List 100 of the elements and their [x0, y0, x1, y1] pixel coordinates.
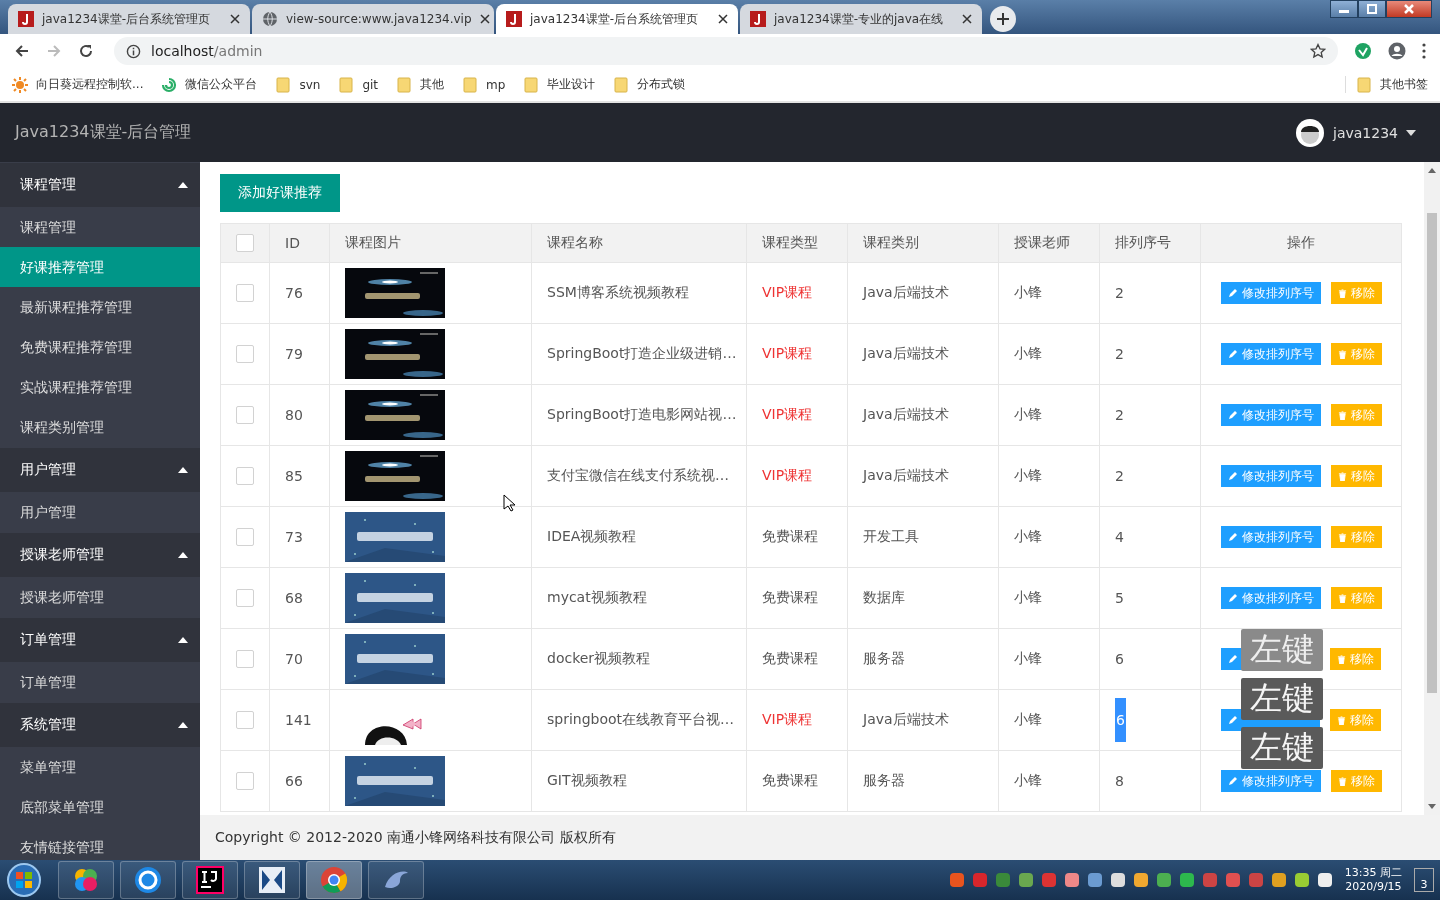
close-icon[interactable] [230, 14, 240, 24]
table-cell: 免费课程 [746, 567, 848, 629]
tray-icon[interactable] [1293, 872, 1310, 888]
pencil-icon [1227, 532, 1238, 542]
java-favicon-icon [18, 11, 34, 27]
table-cell: VIP课程 [746, 445, 848, 507]
sidebar-item[interactable]: 底部菜单管理 [0, 787, 200, 827]
row-checkbox[interactable] [236, 650, 254, 668]
sidebar-item[interactable]: 免费课程推荐管理 [0, 327, 200, 367]
tray-icon[interactable] [1155, 872, 1172, 888]
tray-icon[interactable] [1086, 872, 1103, 888]
caret-icon [178, 637, 188, 643]
address-bar[interactable]: localhost/admin [114, 37, 1338, 65]
row-checkbox[interactable] [236, 711, 254, 729]
taskbar-app[interactable] [244, 861, 300, 899]
tray-icon[interactable] [1316, 872, 1333, 888]
bookmark[interactable]: 其他 [396, 76, 445, 93]
sidebar-group[interactable]: 用户管理 [0, 448, 200, 492]
row-checkbox[interactable] [236, 406, 254, 424]
sidebar-group[interactable]: 课程管理 [0, 163, 200, 207]
start-button[interactable] [6, 862, 42, 898]
trash-icon [1337, 410, 1347, 420]
table-cell: 免费课程 [746, 628, 848, 690]
scrollbar[interactable] [1424, 162, 1440, 815]
close-icon[interactable] [718, 14, 728, 24]
profile-icon[interactable] [1388, 42, 1406, 60]
trash-icon [1337, 654, 1346, 664]
close-icon[interactable] [962, 14, 972, 24]
table-cell: 6 [1115, 698, 1126, 742]
tray-icon[interactable] [1132, 872, 1149, 888]
row-checkbox[interactable] [236, 345, 254, 363]
sidebar-item[interactable]: 菜单管理 [0, 747, 200, 787]
row-checkbox[interactable] [236, 528, 254, 546]
tray-icon[interactable] [1017, 872, 1034, 888]
bookmark[interactable]: svn [275, 76, 321, 93]
column-header: 课程类别 [847, 223, 999, 263]
reload-icon[interactable] [78, 43, 94, 59]
info-icon[interactable] [126, 43, 141, 59]
sidebar-item[interactable]: 订单管理 [0, 662, 200, 702]
star-icon[interactable] [1310, 43, 1326, 59]
new-tab-button[interactable] [990, 6, 1016, 32]
bookmark[interactable]: 分布式锁 [613, 76, 686, 93]
table-cell: VIP课程 [746, 262, 848, 324]
taskbar-app[interactable] [182, 861, 238, 899]
caret-icon [178, 552, 188, 558]
notification-button[interactable]: 3 [1414, 868, 1434, 892]
row-checkbox[interactable] [236, 467, 254, 485]
browser-tab[interactable]: java1234课堂-后台系统管理页 [496, 4, 738, 34]
minimize-button[interactable] [1330, 0, 1358, 18]
close-button[interactable] [1386, 0, 1432, 18]
select-all-checkbox[interactable] [236, 234, 254, 252]
sidebar-item[interactable]: 课程类别管理 [0, 407, 200, 447]
menu-icon[interactable] [1422, 43, 1426, 59]
sidebar-item[interactable]: 用户管理 [0, 492, 200, 532]
bookmark[interactable]: 其他书签 [1345, 76, 1428, 93]
pencil-icon [1227, 471, 1238, 481]
folder-icon [462, 76, 479, 93]
close-icon[interactable] [479, 14, 490, 24]
sidebar-group[interactable]: 系统管理 [0, 703, 200, 747]
maximize-button[interactable] [1358, 0, 1386, 18]
tray-icon[interactable] [1178, 872, 1195, 888]
browser-tab[interactable]: java1234课堂-专业的java在线 [740, 4, 982, 34]
table-cell: SpringBoot打造企业级进销… [531, 323, 747, 385]
tray-icon[interactable] [1109, 872, 1126, 888]
column-header: 排列序号 [1099, 223, 1201, 263]
table-cell: SpringBoot打造电影网站视… [531, 384, 747, 446]
sidebar-item[interactable]: 最新课程推荐管理 [0, 287, 200, 327]
back-icon[interactable] [14, 43, 30, 59]
bookmark[interactable]: 毕业设计 [523, 76, 596, 93]
sidebar-item[interactable]: 友情链接管理 [0, 827, 200, 860]
bookmark[interactable]: mp [462, 76, 506, 93]
sidebar-group[interactable]: 订单管理 [0, 618, 200, 662]
table-cell: GIT视频教程 [531, 750, 747, 812]
pencil-icon [1227, 776, 1238, 786]
user-menu[interactable]: java1234 [1295, 117, 1416, 148]
bookmark[interactable]: git [338, 76, 379, 93]
browser-tab[interactable]: java1234课堂-后台系统管理页 [8, 4, 250, 34]
scroll-up-icon[interactable] [1428, 168, 1436, 173]
sidebar-item[interactable]: 课程管理 [0, 207, 200, 247]
tray-icon[interactable] [1270, 872, 1287, 888]
key-press-overlay: 左键 [1241, 678, 1323, 720]
checkmark-badge-icon[interactable] [1354, 42, 1372, 60]
scroll-down-icon[interactable] [1428, 804, 1436, 809]
sidebar-group[interactable]: 授课老师管理 [0, 533, 200, 577]
tray-icon[interactable] [1063, 872, 1080, 888]
row-checkbox[interactable] [236, 589, 254, 607]
sidebar-item[interactable]: 授课老师管理 [0, 577, 200, 617]
ide-icon [195, 865, 225, 895]
bookmark[interactable]: 微信公众平台 [161, 76, 258, 93]
row-checkbox[interactable] [236, 772, 254, 790]
add-button[interactable]: 添加好课推荐 [220, 174, 340, 212]
taskbar-app[interactable] [120, 861, 176, 899]
sidebar-item[interactable]: 好课推荐管理 [0, 247, 200, 287]
bookmark[interactable]: 向日葵远程控制软... [12, 76, 144, 93]
sidebar-item[interactable]: 实战课程推荐管理 [0, 367, 200, 407]
row-checkbox[interactable] [236, 284, 254, 302]
avatar-icon [1295, 117, 1326, 148]
folder-icon [1356, 76, 1372, 93]
browser-tab[interactable]: view-source:www.java1234.vip [252, 4, 494, 34]
tab-title: java1234课堂-专业的java在线 [774, 10, 945, 28]
